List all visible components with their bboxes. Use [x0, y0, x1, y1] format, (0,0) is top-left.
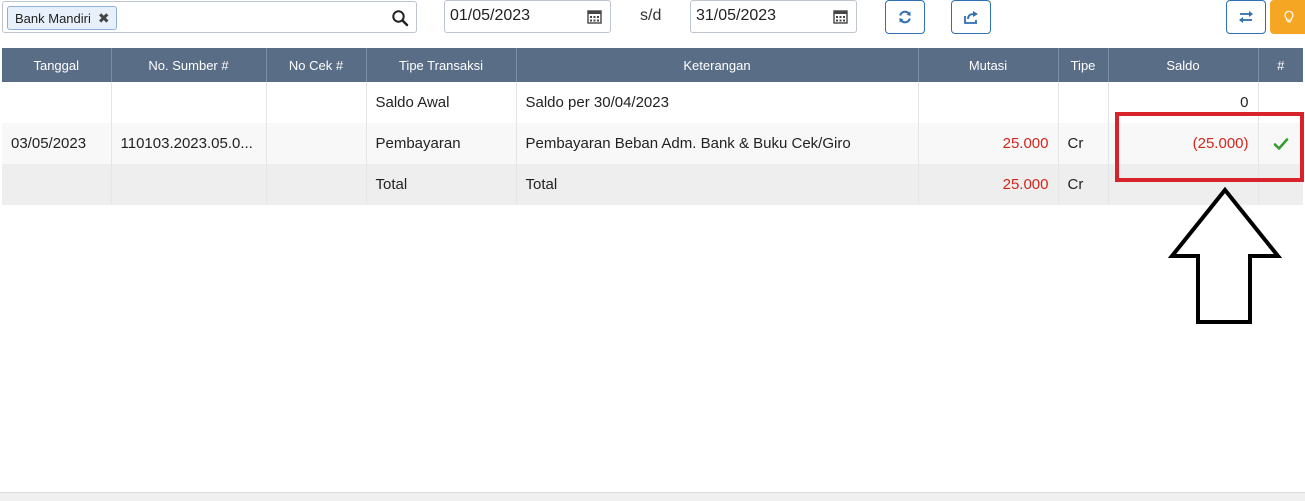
account-select[interactable]: Bank Mandiri ✖	[2, 1, 417, 33]
account-tag-label: Bank Mandiri	[15, 10, 91, 26]
column-header-keterangan[interactable]: Keterangan	[516, 48, 919, 82]
cell-no-cek	[266, 82, 367, 123]
ledger-table: Tanggal No. Sumber # No Cek # Tipe Trans…	[2, 48, 1303, 205]
total-mutasi: 25.000	[918, 164, 1059, 205]
horizontal-scrollbar[interactable]	[0, 492, 1305, 501]
swap-icon	[1239, 11, 1253, 23]
column-header-mutasi[interactable]: Mutasi	[918, 48, 1059, 82]
cell-tanggal	[2, 164, 112, 205]
filter-bar: Bank Mandiri ✖ 01/05/2023 s/d 31/05/2023	[0, 0, 1305, 40]
lightbulb-icon	[1284, 10, 1294, 23]
column-header-tanggal[interactable]: Tanggal	[2, 48, 112, 82]
cell-mutasi: 25.000	[918, 123, 1059, 164]
total-tipe-transaksi: Total	[366, 164, 517, 205]
date-range-separator: s/d	[640, 7, 662, 24]
cell-tanggal	[2, 82, 112, 123]
search-icon[interactable]	[391, 9, 409, 27]
cell-no-cek	[266, 123, 367, 164]
calendar-icon[interactable]	[833, 9, 848, 24]
cell-mutasi	[918, 82, 1059, 123]
table-total-row: Total Total 25.000 Cr	[2, 164, 1303, 205]
export-icon	[964, 11, 978, 24]
cell-tipe	[1058, 82, 1109, 123]
table-row[interactable]: 03/05/2023 110103.2023.05.0... Pembayara…	[2, 123, 1303, 164]
date-to-value: 31/05/2023	[696, 7, 777, 24]
cell-keterangan: Pembayaran Beban Adm. Bank & Buku Cek/Gi…	[516, 123, 919, 164]
refresh-icon	[899, 10, 911, 24]
remove-tag-icon[interactable]: ✖	[98, 10, 110, 27]
column-header-no-cek[interactable]: No Cek #	[266, 48, 367, 82]
cell-no-sumber	[111, 82, 267, 123]
table-header: Tanggal No. Sumber # No Cek # Tipe Trans…	[2, 48, 1303, 82]
swap-button[interactable]	[1226, 0, 1266, 34]
date-to-field[interactable]: 31/05/2023	[690, 0, 857, 33]
calendar-icon[interactable]	[587, 9, 602, 24]
column-header-saldo[interactable]: Saldo	[1108, 48, 1259, 82]
column-header-tipe-transaksi[interactable]: Tipe Transaksi	[366, 48, 517, 82]
highlight-annotation-box	[1115, 112, 1304, 182]
cell-tipe-transaksi: Pembayaran	[366, 123, 517, 164]
cell-keterangan: Saldo per 30/04/2023	[516, 82, 919, 123]
cell-no-sumber	[111, 164, 267, 205]
date-from-value: 01/05/2023	[450, 7, 531, 24]
total-tipe: Cr	[1058, 164, 1109, 205]
column-header-action: #	[1258, 48, 1303, 82]
refresh-button[interactable]	[885, 0, 925, 34]
column-header-no-sumber[interactable]: No. Sumber #	[111, 48, 267, 82]
cell-no-sumber[interactable]: 110103.2023.05.0...	[111, 123, 267, 164]
cell-no-cek	[266, 164, 367, 205]
date-from-field[interactable]: 01/05/2023	[444, 0, 611, 33]
table-row[interactable]: Saldo Awal Saldo per 30/04/2023 0	[2, 82, 1303, 123]
account-tag: Bank Mandiri ✖	[7, 6, 117, 30]
cell-tanggal: 03/05/2023	[2, 123, 112, 164]
cell-tipe-transaksi: Saldo Awal	[366, 82, 517, 123]
up-arrow-annotation-icon	[1168, 186, 1282, 324]
tips-button[interactable]	[1270, 0, 1305, 34]
cell-tipe: Cr	[1058, 123, 1109, 164]
export-button[interactable]	[951, 0, 991, 34]
column-header-tipe[interactable]: Tipe	[1058, 48, 1109, 82]
total-keterangan: Total	[516, 164, 919, 205]
